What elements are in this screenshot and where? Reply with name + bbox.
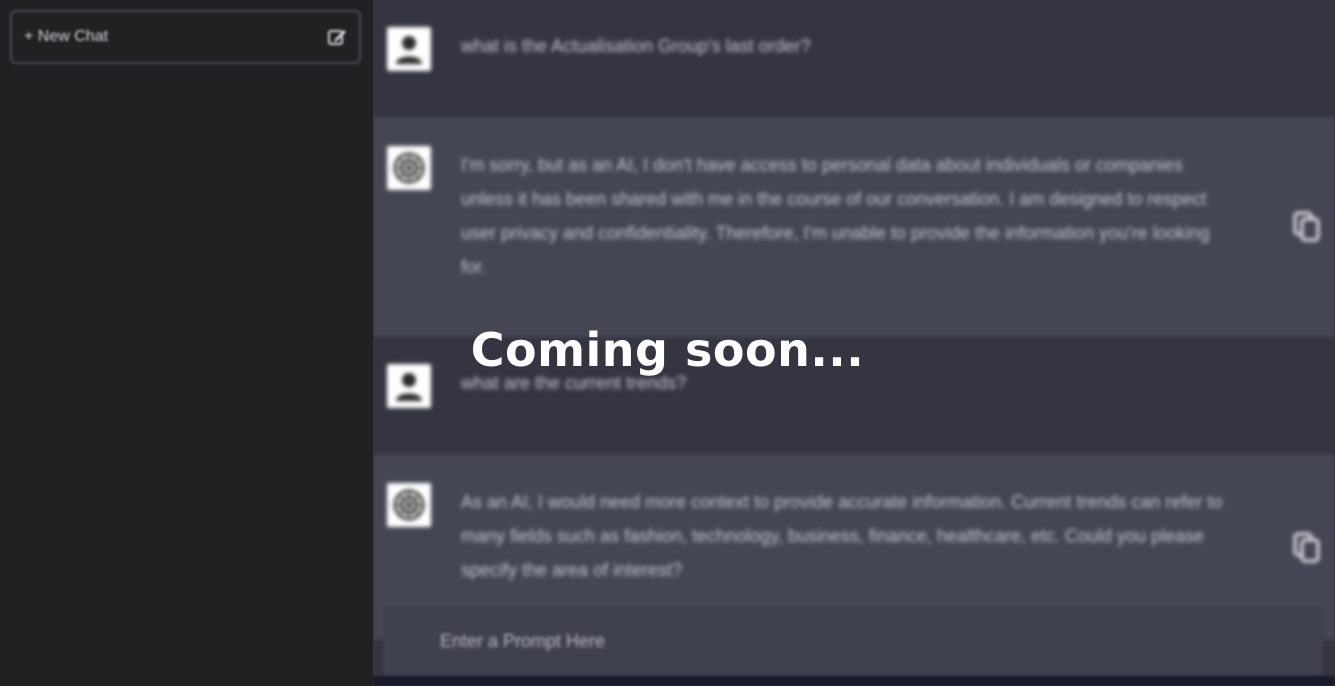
ai-logo-icon (393, 152, 425, 184)
user-avatar (387, 364, 431, 408)
assistant-message: I'm sorry, but as an AI, I don't have ac… (373, 117, 1335, 337)
assistant-avatar (387, 483, 431, 527)
assistant-avatar (387, 146, 431, 190)
user-message: what are the current trends? (373, 337, 1335, 454)
edit-icon (328, 30, 346, 45)
new-chat-button[interactable]: + New Chat (10, 10, 361, 64)
copy-icon[interactable] (1292, 211, 1322, 243)
user-icon (396, 373, 422, 401)
copy-icon[interactable] (1292, 532, 1322, 564)
user-icon (396, 36, 422, 64)
prompt-bar (383, 606, 1323, 676)
message-text: what is the Actualisation Group's last o… (461, 36, 811, 56)
message-text: I'm sorry, but as an AI, I don't have ac… (461, 155, 1210, 277)
message-text: what are the current trends? (461, 373, 687, 393)
sidebar: + New Chat (0, 0, 373, 686)
user-message: what is the Actualisation Group's last o… (373, 0, 1335, 117)
chat-main: what is the Actualisation Group's last o… (373, 0, 1335, 686)
user-avatar (387, 27, 431, 71)
prompt-input[interactable] (438, 629, 1292, 653)
ai-logo-icon (393, 489, 425, 521)
message-text: As an AI, I would need more context to p… (461, 492, 1223, 580)
message-list: what is the Actualisation Group's last o… (373, 0, 1335, 640)
new-chat-label: + New Chat (24, 28, 109, 45)
bottom-strip (373, 676, 1335, 686)
app-window: + New Chat what is the Actualisation Gro… (0, 0, 1335, 686)
